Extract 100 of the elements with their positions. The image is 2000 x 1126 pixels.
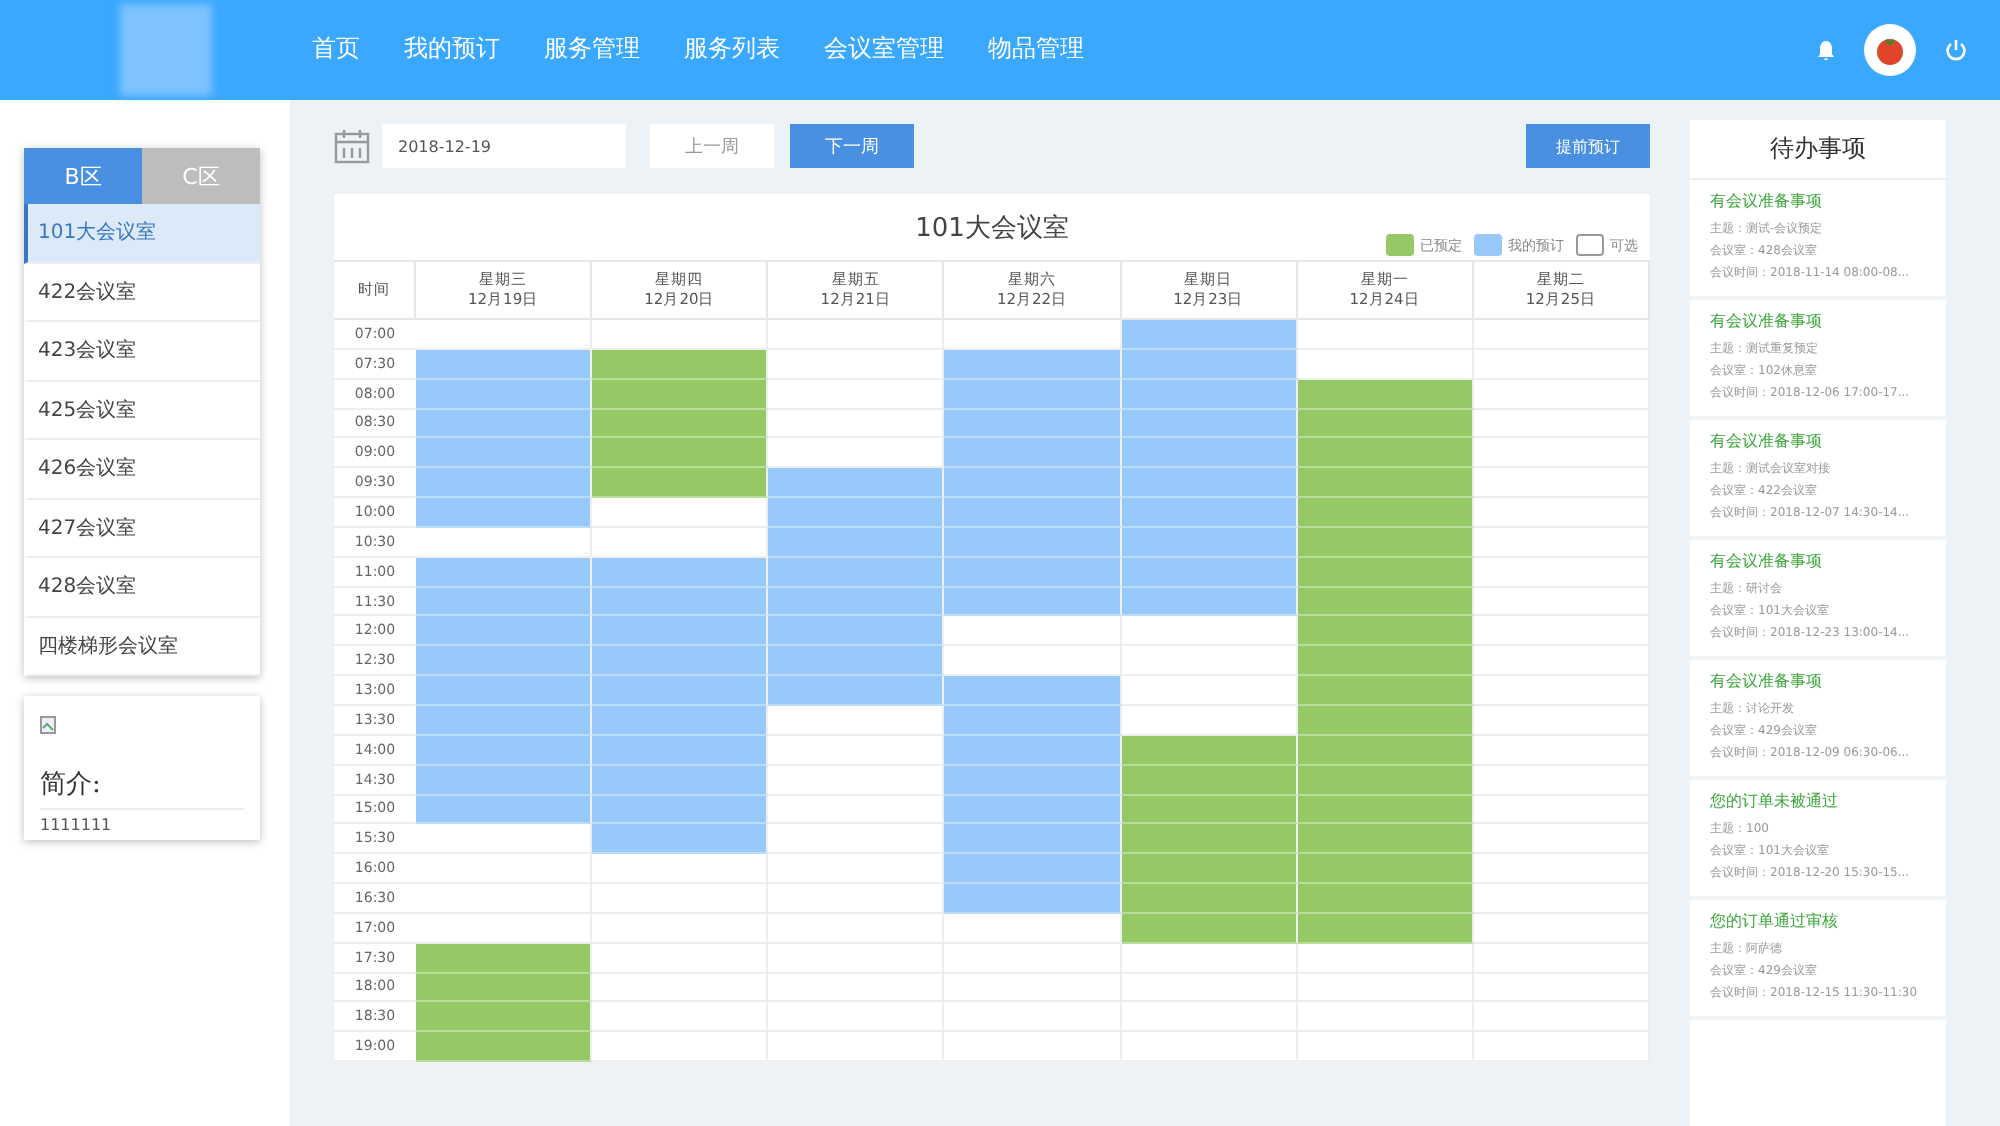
- time-slot[interactable]: [1121, 587, 1298, 617]
- time-slot[interactable]: [416, 616, 593, 647]
- time-slot[interactable]: [1121, 765, 1298, 795]
- time-slot[interactable]: [1121, 320, 1298, 350]
- time-slot[interactable]: [1473, 320, 1650, 350]
- room-item[interactable]: 427会议室: [24, 499, 260, 558]
- time-slot[interactable]: [1297, 824, 1474, 855]
- time-slot[interactable]: [944, 824, 1122, 855]
- time-slot[interactable]: [592, 1032, 769, 1063]
- time-slot[interactable]: [768, 765, 945, 795]
- time-slot[interactable]: [1297, 646, 1474, 677]
- time-slot[interactable]: [1297, 765, 1474, 795]
- time-slot[interactable]: [944, 676, 1122, 706]
- time-slot[interactable]: [1473, 884, 1650, 914]
- time-slot[interactable]: [1297, 854, 1474, 885]
- time-slot[interactable]: [944, 498, 1122, 528]
- todo-link[interactable]: 有会议准备事项: [1710, 190, 1946, 212]
- time-slot[interactable]: [416, 705, 593, 736]
- room-item[interactable]: 四楼梯形会议室: [24, 617, 260, 676]
- time-slot[interactable]: [1121, 409, 1298, 439]
- time-slot[interactable]: [1473, 913, 1650, 944]
- room-item[interactable]: 428会议室: [24, 558, 260, 617]
- time-slot[interactable]: [768, 438, 945, 469]
- time-slot[interactable]: [416, 587, 593, 617]
- time-slot[interactable]: [768, 498, 945, 528]
- time-slot[interactable]: [416, 735, 593, 766]
- time-slot[interactable]: [592, 646, 769, 677]
- time-slot[interactable]: [1297, 616, 1474, 647]
- time-slot[interactable]: [1121, 349, 1298, 380]
- time-slot[interactable]: [1473, 735, 1650, 766]
- time-slot[interactable]: [1121, 616, 1298, 647]
- time-slot[interactable]: [1297, 379, 1474, 410]
- room-item[interactable]: 425会议室: [24, 381, 260, 440]
- time-slot[interactable]: [416, 646, 593, 677]
- time-slot[interactable]: [1297, 349, 1474, 380]
- time-slot[interactable]: [416, 349, 593, 380]
- time-slot[interactable]: [1297, 557, 1474, 588]
- time-slot[interactable]: [944, 468, 1122, 499]
- time-slot[interactable]: [768, 646, 945, 677]
- time-slot[interactable]: [416, 557, 593, 588]
- time-slot[interactable]: [1473, 646, 1650, 677]
- time-slot[interactable]: [592, 468, 769, 499]
- time-slot[interactable]: [592, 765, 769, 795]
- time-slot[interactable]: [1473, 379, 1650, 410]
- time-slot[interactable]: [416, 765, 593, 795]
- time-slot[interactable]: [944, 379, 1122, 410]
- time-slot[interactable]: [592, 1002, 769, 1033]
- time-slot[interactable]: [592, 438, 769, 469]
- time-slot[interactable]: [1473, 765, 1650, 795]
- time-slot[interactable]: [416, 973, 593, 1003]
- time-slot[interactable]: [1121, 884, 1298, 914]
- nav-link[interactable]: 我的预订: [404, 27, 500, 73]
- time-slot[interactable]: [1121, 854, 1298, 885]
- time-slot[interactable]: [768, 320, 945, 350]
- time-slot[interactable]: [1473, 616, 1650, 647]
- time-slot[interactable]: [592, 735, 769, 766]
- time-slot[interactable]: [592, 676, 769, 706]
- time-slot[interactable]: [944, 557, 1122, 588]
- time-slot[interactable]: [592, 824, 769, 855]
- time-slot[interactable]: [944, 527, 1122, 558]
- time-slot[interactable]: [768, 884, 945, 914]
- time-slot[interactable]: [1473, 438, 1650, 469]
- time-slot[interactable]: [592, 616, 769, 647]
- time-slot[interactable]: [592, 557, 769, 588]
- time-slot[interactable]: [1473, 527, 1650, 558]
- time-slot[interactable]: [416, 320, 593, 350]
- time-slot[interactable]: [592, 943, 769, 974]
- time-slot[interactable]: [1473, 498, 1650, 528]
- time-slot[interactable]: [1297, 498, 1474, 528]
- bell-icon[interactable]: [1816, 39, 1836, 61]
- time-slot[interactable]: [768, 379, 945, 410]
- time-slot[interactable]: [1297, 676, 1474, 706]
- time-slot[interactable]: [944, 884, 1122, 914]
- time-slot[interactable]: [592, 795, 769, 825]
- time-slot[interactable]: [944, 616, 1122, 647]
- time-slot[interactable]: [768, 795, 945, 825]
- time-slot[interactable]: [592, 379, 769, 410]
- time-slot[interactable]: [416, 913, 593, 944]
- nav-link[interactable]: 首页: [312, 27, 360, 73]
- time-slot[interactable]: [1121, 557, 1298, 588]
- time-slot[interactable]: [1121, 438, 1298, 469]
- zone-tab[interactable]: B区: [24, 148, 142, 204]
- time-slot[interactable]: [1297, 943, 1474, 974]
- time-slot[interactable]: [944, 913, 1122, 944]
- time-slot[interactable]: [592, 409, 769, 439]
- time-slot[interactable]: [1473, 705, 1650, 736]
- time-slot[interactable]: [944, 795, 1122, 825]
- zone-tab[interactable]: C区: [142, 148, 260, 204]
- calendar-icon[interactable]: [334, 128, 370, 164]
- time-slot[interactable]: [944, 705, 1122, 736]
- room-item[interactable]: 422会议室: [24, 263, 260, 322]
- time-slot[interactable]: [1297, 795, 1474, 825]
- time-slot[interactable]: [944, 587, 1122, 617]
- time-slot[interactable]: [1121, 913, 1298, 944]
- time-slot[interactable]: [1121, 468, 1298, 499]
- time-slot[interactable]: [416, 943, 593, 974]
- time-slot[interactable]: [1473, 349, 1650, 380]
- time-slot[interactable]: [768, 616, 945, 647]
- time-slot[interactable]: [1297, 735, 1474, 766]
- time-slot[interactable]: [1297, 913, 1474, 944]
